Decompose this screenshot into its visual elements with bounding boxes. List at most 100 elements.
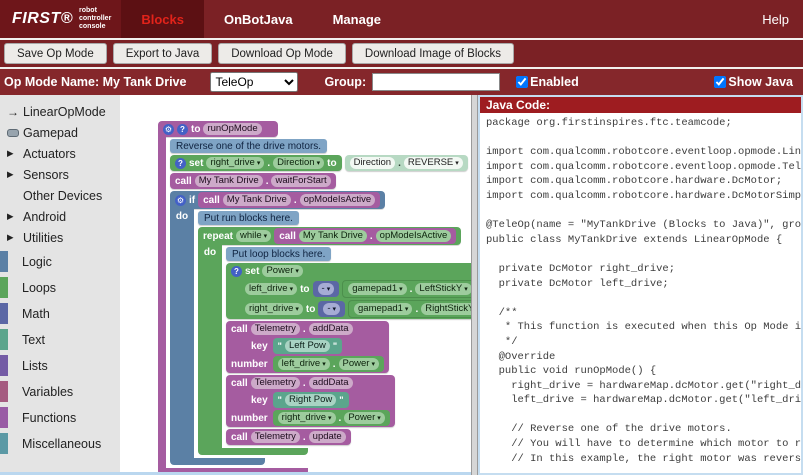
- mutator-gear-icon[interactable]: ⚙: [175, 195, 186, 206]
- block-telemetry-update[interactable]: call Telemetry . update: [226, 429, 351, 445]
- block-comment[interactable]: Put run blocks here.: [198, 211, 299, 225]
- toolbar-button[interactable]: Download Op Mode: [218, 43, 346, 64]
- toolbox-category-miscellaneous[interactable]: Miscellaneous: [0, 431, 120, 456]
- toolbox-item-other-devices[interactable]: Other Devices: [0, 185, 120, 206]
- block-call-opmodeisactive[interactable]: call My Tank Drive . opModeIsActive: [198, 192, 380, 208]
- java-code-line: @TeleOp(name = "MyTankDrive (Blocks to J…: [486, 219, 801, 234]
- block-negate[interactable]: -: [313, 281, 340, 297]
- motor-dropdown[interactable]: right_drive: [278, 412, 336, 424]
- toolbox-item-utilities[interactable]: Utilities: [0, 227, 120, 248]
- mutator-gear-icon[interactable]: ⚙: [163, 124, 174, 135]
- block-get-power-right[interactable]: right_drive . Power: [273, 410, 390, 426]
- block-set-direction[interactable]: ? set right_drive . Direction to: [170, 155, 342, 171]
- toolbox-category-text[interactable]: Text: [0, 327, 120, 352]
- expand-icon: [7, 232, 23, 243]
- first-logo: FIRST® robot controller console: [0, 0, 121, 38]
- block-telemetry-adddata-right[interactable]: call Telemetry . addData key: [226, 375, 395, 427]
- motor-dropdown[interactable]: left_drive: [278, 358, 330, 370]
- call-target-field: My Tank Drive: [299, 230, 367, 242]
- function-name-field[interactable]: runOpMode: [203, 123, 261, 135]
- panel-splitter[interactable]: [471, 95, 478, 475]
- toolbox-item-gamepad[interactable]: Gamepad: [0, 122, 120, 143]
- toolbar-button[interactable]: Download Image of Blocks: [352, 43, 514, 64]
- toolbox-item-android[interactable]: Android: [0, 206, 120, 227]
- block-repeat-while[interactable]: repeat while call My Tank Drive: [198, 227, 471, 455]
- toolbox-category-lists[interactable]: Lists: [0, 353, 120, 378]
- motor-dropdown[interactable]: right_drive: [206, 157, 264, 169]
- show-java-checkbox[interactable]: [714, 76, 726, 88]
- block-get-power-left[interactable]: left_drive . Power: [273, 356, 384, 372]
- block-gamepad-rightsticky[interactable]: gamepad1 . RightStickY: [348, 300, 471, 318]
- call-target-field: Telemetry: [251, 323, 300, 335]
- block-telemetry-adddata-left[interactable]: call Telemetry . addData key: [226, 321, 389, 373]
- block-enum-direction-reverse[interactable]: Direction . REVERSE: [345, 155, 468, 171]
- text-field[interactable]: Right Pow: [285, 394, 336, 406]
- block-comment[interactable]: Put loop blocks here.: [226, 247, 331, 261]
- block-negate[interactable]: -: [318, 301, 345, 317]
- property-dropdown[interactable]: Power: [262, 265, 302, 277]
- toolbox-item-linearopmode[interactable]: LinearOpMode: [0, 101, 120, 122]
- java-code-line: import com.qualcomm.robotcore.hardware.D…: [486, 190, 801, 205]
- toolbar: Save Op Mode Export to JavaDownload Op Mo…: [0, 40, 803, 67]
- toolbox-category-loops[interactable]: Loops: [0, 275, 120, 300]
- toolbox-item-sensors[interactable]: Sensors: [0, 164, 120, 185]
- toolbox-category-functions[interactable]: Functions: [0, 405, 120, 430]
- motor-dropdown[interactable]: left_drive: [245, 283, 297, 295]
- group-input[interactable]: [372, 73, 500, 91]
- category-color-bar: [0, 381, 8, 402]
- block-function-runopmode[interactable]: ⚙ ? to runOpMode Reverse one of the driv…: [158, 121, 471, 472]
- call-method-field: update: [309, 431, 346, 443]
- help-icon[interactable]: ?: [177, 124, 188, 135]
- block-call-waitforstart[interactable]: call My Tank Drive . waitForStart: [170, 173, 336, 189]
- tab-blocks[interactable]: Blocks: [121, 0, 204, 38]
- enum-value-dropdown[interactable]: REVERSE: [404, 157, 463, 169]
- java-code-view[interactable]: package org.firstinspires.ftc.teamcode;i…: [480, 113, 801, 473]
- gamepad-dropdown[interactable]: gamepad1: [354, 303, 412, 315]
- enabled-checkbox[interactable]: [516, 76, 528, 88]
- gamepad-dropdown[interactable]: gamepad1: [348, 283, 406, 295]
- stick-dropdown[interactable]: RightStickY: [421, 303, 471, 315]
- block-text-left-pow[interactable]: " Left Pow ": [273, 338, 343, 354]
- property-dropdown[interactable]: Direction: [273, 157, 324, 169]
- block-text-right-pow[interactable]: " Right Pow ": [273, 392, 349, 408]
- gamepad-icon: [7, 129, 23, 137]
- block-comment[interactable]: Reverse one of the drive motors.: [170, 139, 327, 153]
- block-toolbox: LinearOpMode Gamepad Actuators Sensors O…: [0, 95, 120, 472]
- block-if[interactable]: ⚙ if call My Tank Drive . opModeIsActive: [170, 191, 471, 465]
- text-field[interactable]: Left Pow: [285, 340, 330, 352]
- block-gamepad-leftsticky[interactable]: gamepad1 . LeftStickY: [342, 280, 471, 298]
- call-method-field: waitForStart: [271, 175, 330, 187]
- help-icon[interactable]: ?: [175, 158, 186, 169]
- toolbar-button[interactable]: Export to Java: [113, 43, 213, 64]
- category-color-bar: [0, 433, 8, 454]
- tab-manage[interactable]: Manage: [313, 0, 401, 38]
- blockly-workspace[interactable]: ⚙ ? to runOpMode Reverse one of the driv…: [120, 95, 471, 472]
- toolbox-category-math[interactable]: Math: [0, 301, 120, 326]
- help-link[interactable]: Help: [748, 0, 803, 38]
- toolbox-category-logic[interactable]: Logic: [0, 249, 120, 274]
- toolbox-item-actuators[interactable]: Actuators: [0, 143, 120, 164]
- help-icon[interactable]: ?: [231, 266, 242, 277]
- negate-dropdown[interactable]: -: [323, 303, 340, 315]
- repeat-mode-dropdown[interactable]: while: [236, 230, 271, 242]
- logo-subtitle: robot controller console: [79, 7, 111, 31]
- category-color-bar: [0, 277, 8, 298]
- java-code-panel: Java Code: package org.firstinspires.ftc…: [478, 95, 803, 475]
- tab-onbotjava[interactable]: OnBotJava: [204, 0, 313, 38]
- toolbar-button[interactable]: Save Op Mode: [4, 43, 107, 64]
- java-code-line: // Reverse one of the drive motors.: [486, 423, 801, 438]
- first-logo-text: FIRST®: [12, 10, 73, 28]
- property-dropdown[interactable]: Power: [339, 358, 379, 370]
- java-code-line: import com.qualcomm.robotcore.hardware.D…: [486, 175, 801, 190]
- property-dropdown[interactable]: Power: [344, 412, 384, 424]
- flavor-select[interactable]: TeleOp: [210, 72, 298, 92]
- expand-icon: [7, 211, 23, 222]
- java-code-line: [486, 292, 801, 307]
- block-call-opmodeisactive[interactable]: call My Tank Drive . opModeIsActive: [274, 228, 456, 244]
- block-set-power-dual[interactable]: ? set Power left_drive: [226, 263, 471, 319]
- stick-dropdown[interactable]: LeftStickY: [415, 283, 471, 295]
- toolbox-category-variables[interactable]: Variables: [0, 379, 120, 404]
- negate-dropdown[interactable]: -: [318, 283, 335, 295]
- motor-dropdown[interactable]: right_drive: [245, 303, 303, 315]
- main-nav: Blocks OnBotJava Manage: [121, 0, 401, 38]
